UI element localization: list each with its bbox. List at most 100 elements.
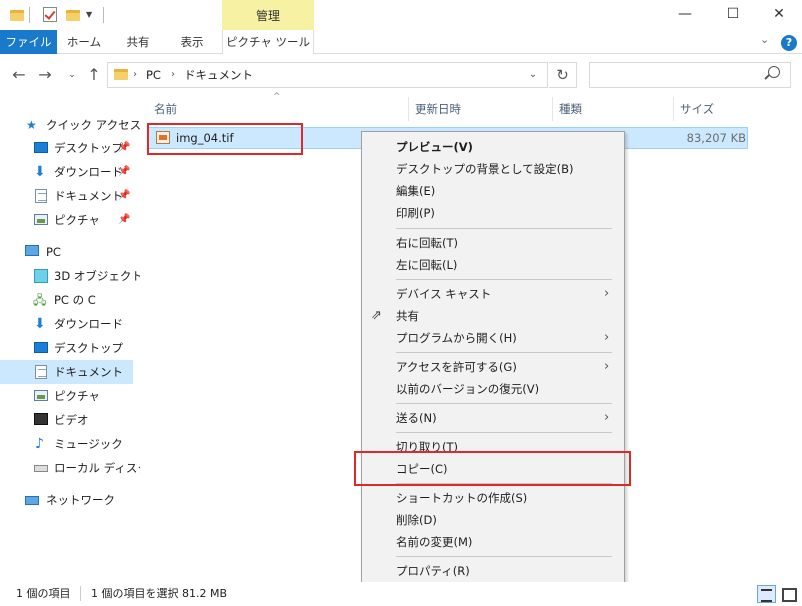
properties-check-icon[interactable] (43, 7, 57, 22)
menu-item-rotate-left[interactable]: 左に回転(L) (362, 254, 624, 276)
column-divider[interactable] (673, 97, 674, 121)
nav-label: クイック アクセス (46, 118, 142, 132)
menu-label: 共有 (396, 309, 419, 323)
nav-desktop[interactable]: デスクトップ 📌 (0, 136, 133, 160)
status-item-count: 1 個の項目 (16, 587, 71, 600)
nav-label: 3D オブジェクト (54, 269, 143, 283)
submenu-arrow-icon: › (604, 330, 610, 345)
breadcrumb-documents[interactable]: ドキュメント (184, 62, 253, 88)
menu-label: デバイス キャスト (396, 287, 492, 301)
download-icon: ⬇ (34, 164, 46, 180)
menu-label: 削除(D) (396, 513, 437, 527)
address-dropdown-icon[interactable]: ⌄ (522, 62, 544, 88)
menu-item-rotate-right[interactable]: 右に回転(T) (362, 232, 624, 254)
menu-item-send-to[interactable]: 送る(N) › (362, 407, 624, 429)
menu-item-cast[interactable]: デバイス キャスト › (362, 283, 624, 305)
menu-item-delete[interactable]: 削除(D) (362, 509, 624, 531)
column-header-name[interactable]: 名前 (154, 97, 177, 121)
column-divider[interactable] (552, 97, 553, 121)
nav-label: ローカル ディスク (54, 461, 149, 475)
menu-label: 編集(E) (396, 184, 436, 198)
menu-item-properties[interactable]: プロパティ(R) (362, 560, 624, 582)
breadcrumb-separator-icon[interactable]: › (133, 62, 137, 88)
nav-network[interactable]: ネットワーク (0, 488, 133, 512)
drive-icon (34, 465, 48, 472)
back-arrow-icon[interactable]: ← (9, 63, 29, 87)
tab-file[interactable]: ファイル (0, 30, 57, 54)
pin-icon[interactable]: 📌 (118, 160, 130, 184)
menu-item-restore[interactable]: 以前のバージョンの復元(V) (362, 378, 624, 400)
pictures-icon (34, 390, 48, 401)
nav-pictures-pc[interactable]: ピクチャ (0, 384, 133, 408)
menu-item-rename[interactable]: 名前の変更(M) (362, 531, 624, 553)
nav-documents-pc[interactable]: ドキュメント (0, 360, 133, 384)
pin-icon[interactable]: 📌 (118, 208, 130, 232)
maximize-button[interactable]: ☐ (710, 3, 756, 25)
nav-pictures[interactable]: ピクチャ 📌 (0, 208, 133, 232)
menu-item-set-background[interactable]: デスクトップの背景として設定(B) (362, 158, 624, 180)
refresh-button[interactable]: ↻ (549, 62, 577, 88)
status-divider (80, 586, 81, 601)
music-icon: ♪ (35, 436, 44, 452)
menu-label: プロパティ(R) (396, 564, 470, 578)
tab-share[interactable]: 共有 (111, 30, 165, 54)
nav-quick-access[interactable]: ★ クイック アクセス (0, 113, 141, 137)
download-icon: ⬇ (34, 316, 46, 332)
nav-downloads[interactable]: ⬇ ダウンロード 📌 (0, 160, 133, 184)
up-arrow-icon[interactable]: ↑ (84, 63, 104, 87)
help-icon[interactable]: ? (781, 35, 797, 51)
breadcrumb-pc[interactable]: PC (146, 62, 161, 88)
menu-label: プログラムから開く(H) (396, 331, 517, 345)
nav-pc-c[interactable]: 🖧 PC の C (0, 288, 133, 312)
folder-icon (10, 10, 24, 21)
menu-item-share[interactable]: ⇗ 共有 (362, 305, 624, 327)
nav-local-disk[interactable]: ローカル ディスク (0, 456, 149, 480)
nav-label: ドキュメント (54, 365, 123, 379)
column-header-type[interactable]: 種類 (559, 97, 582, 121)
menu-label: 送る(N) (396, 411, 437, 425)
nav-3d-objects[interactable]: 3D オブジェクト (0, 264, 143, 288)
pin-icon[interactable]: 📌 (118, 136, 130, 160)
nav-pc[interactable]: PC (0, 240, 133, 264)
close-button[interactable]: ✕ (756, 3, 802, 25)
forward-arrow-icon[interactable]: → (35, 63, 55, 87)
details-view-icon[interactable] (757, 585, 776, 603)
document-icon (35, 365, 47, 379)
menu-label: 右に回転(T) (396, 236, 458, 250)
network-icon (25, 496, 39, 505)
qat-dropdown-icon[interactable]: ▼ (86, 10, 92, 19)
tab-home[interactable]: ホーム (57, 30, 111, 54)
nav-documents[interactable]: ドキュメント 📌 (0, 184, 133, 208)
menu-item-open-with[interactable]: プログラムから開く(H) › (362, 327, 624, 349)
nav-label: ピクチャ (54, 389, 100, 403)
new-folder-icon[interactable] (66, 10, 80, 21)
menu-item-print[interactable]: 印刷(P) (362, 202, 624, 224)
nav-desktop-pc[interactable]: デスクトップ (0, 336, 133, 360)
ribbon-expand-icon[interactable]: ⌄ (760, 33, 769, 46)
share-icon: ⇗ (371, 308, 382, 323)
menu-item-create-shortcut[interactable]: ショートカットの作成(S) (362, 487, 624, 509)
tab-picture-tools[interactable]: ピクチャ ツール (222, 30, 314, 54)
column-header-size[interactable]: サイズ (680, 97, 714, 121)
document-icon (35, 189, 47, 203)
nav-videos[interactable]: ビデオ (0, 408, 133, 432)
menu-item-edit[interactable]: 編集(E) (362, 180, 624, 202)
tab-view[interactable]: 表示 (165, 30, 219, 54)
nav-downloads-pc[interactable]: ⬇ ダウンロード (0, 312, 133, 336)
menu-label: ショートカットの作成(S) (396, 491, 528, 505)
menu-label: 左に回転(L) (396, 258, 458, 272)
search-icon[interactable] (768, 66, 780, 78)
column-header-date[interactable]: 更新日時 (415, 97, 461, 121)
large-icons-view-icon[interactable] (779, 585, 798, 603)
recent-chevron-icon[interactable]: ⌄ (62, 63, 82, 87)
breadcrumb-separator-icon[interactable]: › (171, 62, 175, 88)
nav-music[interactable]: ♪ ミュージック (0, 432, 133, 456)
menu-item-preview[interactable]: プレビュー(V) (362, 136, 624, 158)
search-input[interactable] (589, 62, 791, 88)
column-divider[interactable] (408, 97, 409, 121)
minimize-button[interactable]: — (662, 3, 708, 25)
nav-label: ダウンロード (54, 317, 123, 331)
menu-item-give-access[interactable]: アクセスを許可する(G) › (362, 356, 624, 378)
pin-icon[interactable]: 📌 (118, 184, 130, 208)
file-size: 83,207 KB (686, 131, 746, 145)
